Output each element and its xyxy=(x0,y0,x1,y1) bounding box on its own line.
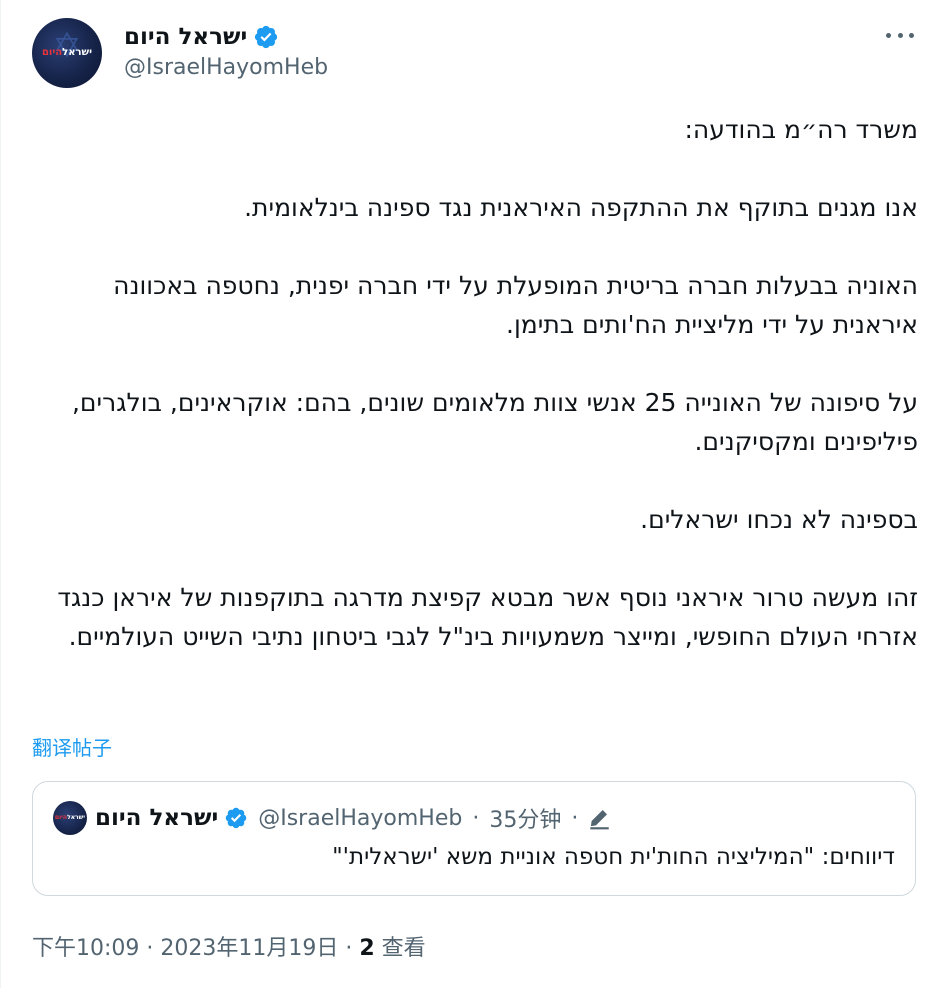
quoted-author-name: ישראל היום xyxy=(95,805,219,831)
avatar-logo-white-text: ישראל xyxy=(62,47,93,58)
left-divider xyxy=(0,0,1,988)
quoted-tweet-card[interactable]: ישראלהיום ישראל היום @IsraelHayomHeb · 3… xyxy=(32,781,916,896)
tweet-paragraph: משרד רה״מ בהודעה: xyxy=(684,115,918,144)
edited-pencil-icon xyxy=(586,805,612,831)
tweet-header: ✡ ישראלהיום ישראל היום @IsraelHayomHeb xyxy=(32,18,922,88)
more-dot xyxy=(909,32,914,38)
tweet-timestamp[interactable]: 下午10:09 · 2023年11月19日 xyxy=(32,936,338,961)
more-dot xyxy=(886,32,891,38)
quoted-tweet-text: דיווחים: "המיליציה החות'ית חטפה אוניית מ… xyxy=(332,844,895,870)
meta-separator: · xyxy=(472,805,480,831)
author-avatar[interactable]: ✡ ישראלהיום xyxy=(32,18,102,88)
tweet-paragraph: על סיפונה של האונייה 25 אנשי צוות מלאומי… xyxy=(71,388,918,456)
avatar-logo: ישראלהיום xyxy=(40,45,94,61)
more-options-icon[interactable] xyxy=(886,24,914,46)
tweet-paragraph: האוניה בבעלות חברה בריטית המופעלת על ידי… xyxy=(113,271,918,339)
quoted-avatar-logo: ישראלהיום xyxy=(55,812,85,824)
tweet-text: משרד רה״מ בהודעה: אנו מגנים בתוקף את ההת… xyxy=(32,110,918,656)
author-name-row: ישראל היום xyxy=(124,21,279,53)
translate-post-link[interactable]: 翻译帖子 xyxy=(32,732,112,761)
views-count: 2 xyxy=(359,936,375,961)
meta-separator: · xyxy=(345,936,353,961)
author-display-name[interactable]: ישראל היום xyxy=(124,24,247,50)
more-dot xyxy=(897,32,903,38)
verified-badge-icon xyxy=(224,806,248,830)
avatar-logo-red-text: היום xyxy=(41,47,63,58)
meta-separator: · xyxy=(571,805,579,831)
tweet-paragraph: אנו מגנים בתוקף את ההתקפה האיראנית נגד ס… xyxy=(244,193,918,222)
quoted-avatar-logo-white-text: ישראל xyxy=(67,814,85,821)
tweet-paragraph: בספינה לא נכחו ישראלים. xyxy=(640,505,918,534)
quoted-tweet-time: 35分钟 xyxy=(489,808,562,833)
tweet-footer: 下午10:09 · 2023年11月19日 · 2 查看 xyxy=(32,930,426,962)
quoted-tweet-header: ישראלהיום ישראל היום @IsraelHayomHeb · 3… xyxy=(53,801,612,835)
quoted-author-handle: @IsraelHayomHeb xyxy=(258,805,463,831)
quoted-author-avatar: ישראלהיום xyxy=(53,801,87,835)
views-label: 查看 xyxy=(381,936,426,961)
quoted-avatar-logo-red-text: היום xyxy=(54,814,68,821)
author-handle[interactable]: @IsraelHayomHeb xyxy=(124,55,328,80)
tweet-paragraph: זהו מעשה טרור איראני נוסף אשר מבטא קפיצת… xyxy=(57,583,918,651)
verified-badge-icon[interactable] xyxy=(253,24,279,50)
